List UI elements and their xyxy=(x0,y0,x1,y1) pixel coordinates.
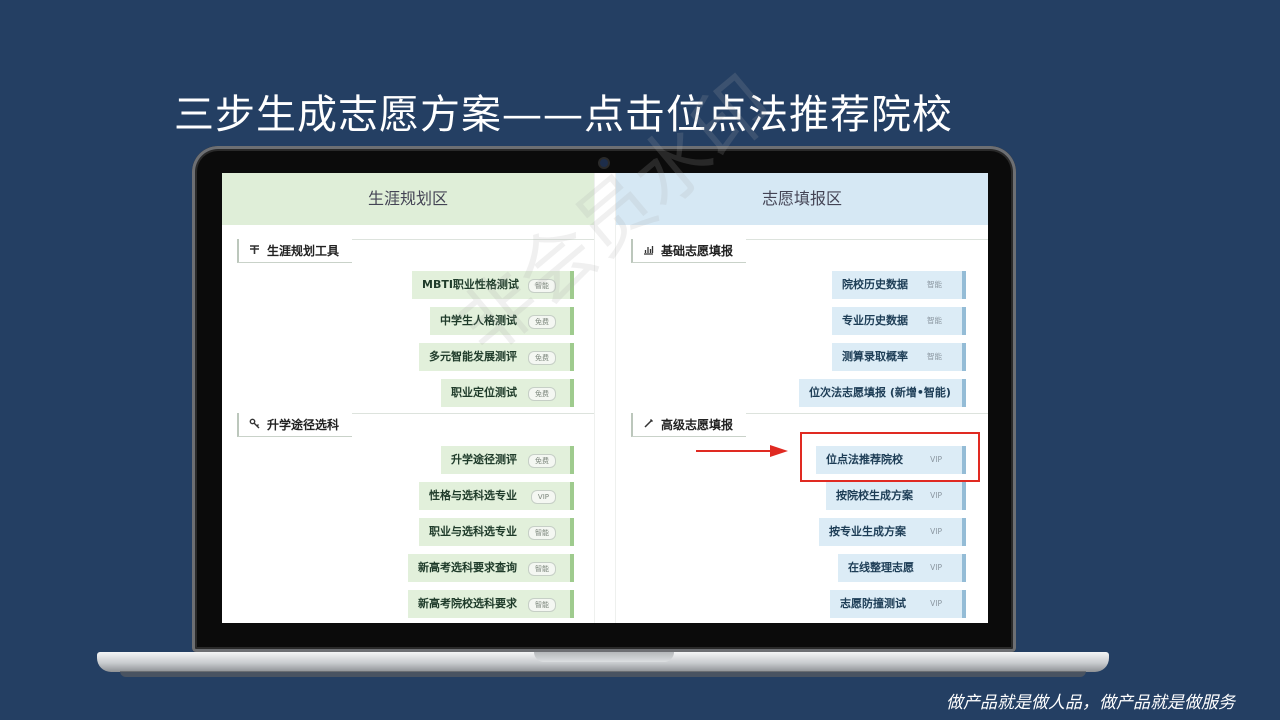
status-badge: 智能 xyxy=(528,598,556,612)
status-badge: 智能 xyxy=(528,279,556,293)
highlight-box xyxy=(800,432,980,482)
item-collision-test[interactable]: 志愿防撞测试 VIP xyxy=(830,590,966,618)
section-tab-career-tools[interactable]: 生涯规划工具 xyxy=(237,239,352,263)
item-college-history[interactable]: 院校历史数据 智能 xyxy=(832,271,966,299)
item-personality-subject[interactable]: 性格与选科选专业 VIP xyxy=(419,482,574,510)
camera-icon xyxy=(600,159,608,167)
item-label: 多元智能发展测评 xyxy=(429,350,517,363)
status-badge: 免费 xyxy=(528,387,556,401)
slide-title: 三步生成志愿方案——点击位点法推荐院校 xyxy=(174,92,953,138)
panel-header-application: 志愿填报区 xyxy=(616,173,988,225)
item-label: 测算录取概率 xyxy=(842,350,908,363)
signpost-icon xyxy=(249,240,263,264)
section-divider xyxy=(352,413,594,414)
laptop-notch xyxy=(534,652,674,662)
app-screen: 生涯规划区 生涯规划工具 MBTI职业性格测试 智能 中学生人格测试 免费 多元… xyxy=(222,173,988,623)
annotation-arrow xyxy=(696,450,772,452)
item-organize-online[interactable]: 在线整理志愿 VIP xyxy=(838,554,966,582)
footer-slogan: 做产品就是做人品，做产品就是做服务 xyxy=(946,693,1235,713)
panel-separator xyxy=(594,173,616,623)
panel-header-career: 生涯规划区 xyxy=(222,173,594,225)
item-label: 按院校生成方案 xyxy=(836,489,913,502)
item-rank-method-filling[interactable]: 位次法志愿填报 (新增•智能) xyxy=(799,379,966,407)
status-badge: 免费 xyxy=(528,315,556,329)
item-generate-by-major[interactable]: 按专业生成方案 VIP xyxy=(819,518,966,546)
pencil-icon xyxy=(643,414,657,438)
section-tab-subject-selection[interactable]: 升学途径选科 xyxy=(237,413,352,437)
item-subject-requirement-query[interactable]: 新高考选科要求查询 智能 xyxy=(408,554,574,582)
status-badge: VIP xyxy=(930,527,942,536)
status-badge: 免费 xyxy=(528,351,556,365)
status-badge: 智能 xyxy=(927,316,942,325)
status-badge: 智能 xyxy=(927,280,942,289)
section-divider xyxy=(746,413,988,414)
section-divider xyxy=(352,239,594,240)
item-personality-test[interactable]: 中学生人格测试 免费 xyxy=(430,307,574,335)
item-label: MBTI职业性格测试 xyxy=(422,278,519,291)
status-badge: 智能 xyxy=(927,352,942,361)
status-badge: VIP xyxy=(930,491,942,500)
item-label: 志愿防撞测试 xyxy=(840,597,906,610)
item-admission-probability[interactable]: 测算录取概率 智能 xyxy=(832,343,966,371)
arrow-head-icon xyxy=(770,445,788,457)
item-career-positioning[interactable]: 职业定位测试 免费 xyxy=(441,379,574,407)
item-label: 在线整理志愿 xyxy=(848,561,914,574)
item-label: 职业与选科选专业 xyxy=(429,525,517,538)
status-badge: VIP xyxy=(530,490,556,504)
item-label: 中学生人格测试 xyxy=(440,314,517,327)
section-label: 高级志愿填报 xyxy=(661,418,734,432)
section-label: 基础志愿填报 xyxy=(661,244,734,258)
item-pathway-assessment[interactable]: 升学途径测评 免费 xyxy=(441,446,574,474)
status-badge: 智能 xyxy=(528,562,556,576)
section-divider xyxy=(746,239,988,240)
item-career-subject[interactable]: 职业与选科选专业 智能 xyxy=(419,518,574,546)
item-label: 职业定位测试 xyxy=(451,386,517,399)
item-multiple-intelligence[interactable]: 多元智能发展测评 免费 xyxy=(419,343,574,371)
laptop-foot xyxy=(120,671,1086,677)
item-label: 院校历史数据 xyxy=(842,278,908,291)
item-label: 专业历史数据 xyxy=(842,314,908,327)
key-icon xyxy=(249,414,263,438)
status-badge: 智能 xyxy=(528,526,556,540)
item-mbti-test[interactable]: MBTI职业性格测试 智能 xyxy=(412,271,574,299)
section-label: 生涯规划工具 xyxy=(267,244,340,258)
item-generate-by-college[interactable]: 按院校生成方案 VIP xyxy=(826,482,966,510)
item-label: 位次法志愿填报 (新增•智能) xyxy=(809,386,951,399)
section-tab-advanced-filling[interactable]: 高级志愿填报 xyxy=(631,413,746,437)
status-badge: 免费 xyxy=(528,454,556,468)
career-planning-panel: 生涯规划区 生涯规划工具 MBTI职业性格测试 智能 中学生人格测试 免费 多元… xyxy=(222,173,594,623)
status-badge: VIP xyxy=(930,563,942,572)
section-tab-basic-filling[interactable]: 基础志愿填报 xyxy=(631,239,746,263)
application-filling-panel: 志愿填报区 基础志愿填报 院校历史数据 智能 专业历史数据 智能 测算录取概率 … xyxy=(616,173,988,623)
section-label: 升学途径选科 xyxy=(267,418,340,432)
item-label: 新高考选科要求查询 xyxy=(418,561,517,574)
item-college-subject-requirement[interactable]: 新高考院校选科要求 智能 xyxy=(408,590,574,618)
status-badge: VIP xyxy=(930,599,942,608)
item-label: 升学途径测评 xyxy=(451,453,517,466)
bar-chart-icon xyxy=(643,240,657,264)
item-major-history[interactable]: 专业历史数据 智能 xyxy=(832,307,966,335)
item-label: 新高考院校选科要求 xyxy=(418,597,517,610)
item-label: 按专业生成方案 xyxy=(829,525,906,538)
item-label: 性格与选科选专业 xyxy=(429,489,517,502)
